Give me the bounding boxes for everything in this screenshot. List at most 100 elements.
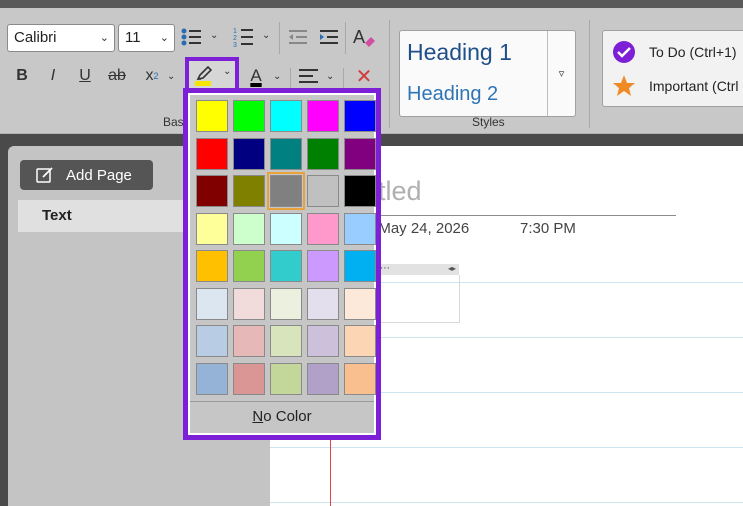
color-swatch[interactable] [344,175,376,207]
add-page-label: Add Page [66,166,132,184]
color-swatch[interactable] [233,175,265,207]
color-swatch[interactable] [307,212,339,245]
font-color-button[interactable]: A [243,63,269,89]
chevron-down-icon: ⌄ [159,32,169,44]
no-color-label: o Color [263,408,312,425]
strikethrough-button[interactable]: ab [104,63,130,89]
paragraph-alignment-button[interactable] [296,63,322,89]
tag-important[interactable]: Important (Ctrl [611,73,738,99]
margin-line [330,438,331,506]
color-swatch[interactable] [307,325,339,357]
clear-formatting-button[interactable]: A [351,24,377,50]
subscript-button[interactable]: x2 [139,63,165,89]
divider [589,20,590,128]
divider [345,22,346,54]
color-swatch[interactable] [307,250,339,282]
color-swatch[interactable] [267,172,305,210]
bold-button[interactable]: B [9,63,35,89]
color-swatch[interactable] [233,325,265,357]
color-swatch[interactable] [307,175,339,207]
chevron-down-icon[interactable]: ⌄ [326,71,334,82]
bold-label: B [16,67,28,84]
page-list-item[interactable]: Text [18,200,208,232]
chevron-down-icon[interactable]: ⌄ [223,66,231,77]
bullet-list-icon [181,28,201,46]
chevron-down-icon[interactable]: ⌄ [273,71,281,82]
style-heading-2[interactable]: Heading 2 [407,83,498,106]
font-name-value: Calibri [14,29,57,46]
styles-more-button[interactable]: ▿ [547,31,575,116]
color-swatch[interactable] [196,137,228,170]
clear-all-button[interactable]: ✕ [351,63,377,89]
color-swatch[interactable] [196,212,228,245]
color-swatch[interactable] [307,287,339,320]
add-page-button[interactable]: Add Page [20,160,153,190]
highlight-color-button[interactable]: ⌄ [185,57,239,92]
color-swatch[interactable] [196,175,228,207]
font-size-value: 11 [125,29,141,46]
chevron-down-icon: ⌄ [99,32,109,44]
tag-todo[interactable]: To Do (Ctrl+1) [611,39,737,65]
color-swatch[interactable] [344,250,376,282]
color-swatch[interactable] [196,287,228,320]
chevron-down-icon[interactable]: ⌄ [262,30,270,41]
font-name-combo[interactable]: Calibri ⌄ [7,24,115,52]
color-swatch[interactable] [344,325,376,357]
styles-gallery[interactable]: Heading 1 Heading 2 ▿ [399,30,576,117]
strikethrough-label: ab [108,67,126,84]
bullets-button[interactable] [178,24,204,50]
color-swatch[interactable] [196,250,228,282]
italic-button[interactable]: I [40,63,66,89]
increase-indent-button[interactable] [316,24,342,50]
color-swatch[interactable] [196,325,228,357]
palette-grid: No Color [190,95,376,433]
basic-text-group-label: Bas [163,115,184,129]
title-bar-strip [0,0,743,8]
color-swatch[interactable] [270,137,302,170]
color-swatch[interactable] [196,100,228,132]
tags-gallery[interactable]: To Do (Ctrl+1) Important (Ctrl [602,30,743,107]
outdent-icon [289,30,307,44]
svg-text:A: A [353,27,365,47]
color-swatch[interactable] [307,100,339,132]
color-swatch[interactable] [196,362,228,395]
color-swatch[interactable] [270,100,302,132]
color-swatch[interactable] [307,137,339,170]
no-color-button[interactable]: No Color [190,401,374,433]
decrease-indent-button[interactable] [285,24,311,50]
style-heading-1[interactable]: Heading 1 [407,39,512,66]
close-icon: ✕ [355,65,373,88]
color-swatch[interactable] [233,362,265,395]
tag-important-label: Important (Ctrl [649,78,739,94]
chevron-down-icon[interactable]: ⌄ [210,30,218,41]
color-swatch[interactable] [270,325,302,357]
numbering-button[interactable]: 1 2 3 [230,24,256,50]
font-size-combo[interactable]: 11 ⌄ [118,24,175,52]
divider [279,22,280,54]
color-swatch[interactable] [344,362,376,395]
color-swatch[interactable] [233,100,265,132]
color-swatch[interactable] [344,287,376,320]
page-time: 7:30 PM [520,220,576,237]
note-container[interactable] [372,275,460,323]
color-swatch[interactable] [270,212,302,245]
note-container-handle[interactable]: ⋯ ◂▸ [372,264,459,275]
color-swatch[interactable] [233,287,265,320]
color-swatch[interactable] [233,212,265,245]
color-swatch[interactable] [344,137,376,170]
chevron-down-icon[interactable]: ⌄ [167,71,175,82]
color-swatch[interactable] [344,100,376,132]
svg-text:3: 3 [233,42,237,48]
no-color-accelerator: N [252,408,264,425]
color-swatch[interactable] [344,212,376,245]
color-swatch[interactable] [270,287,302,320]
color-swatch[interactable] [233,250,265,282]
color-swatch[interactable] [307,362,339,395]
resize-arrows-icon[interactable]: ◂▸ [448,264,456,273]
font-color-letter: A [250,66,262,85]
color-swatch[interactable] [233,137,265,170]
underline-button[interactable]: U [72,63,98,89]
color-swatch[interactable] [270,362,302,395]
color-swatch[interactable] [270,250,302,282]
indent-icon [320,30,338,44]
